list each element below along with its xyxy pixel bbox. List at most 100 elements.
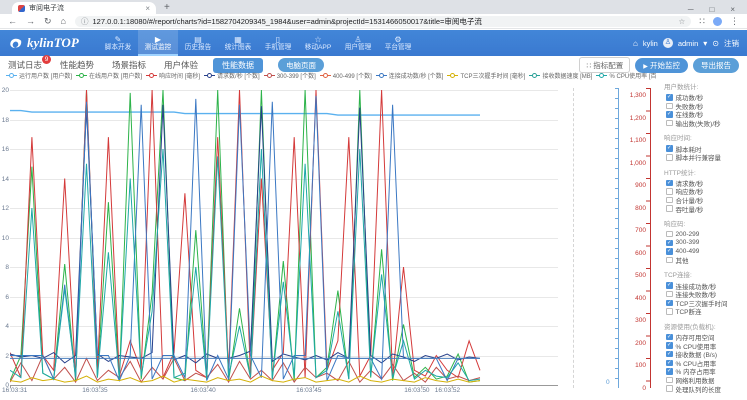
checkbox-icon[interactable]: ✓ — [666, 180, 673, 187]
nav-item-user-mgmt[interactable]: ♙用户管理 — [338, 30, 378, 56]
sidebar-metric-4-3[interactable]: TCP断连 — [662, 307, 746, 316]
sidebar-metric-2-3[interactable]: 吞吐量/秒 — [662, 204, 746, 213]
report-tab-perf-trend[interactable]: 性能趋势 — [60, 59, 94, 71]
checkbox-icon[interactable] — [666, 385, 673, 392]
legend-item-4[interactable]: 300-399 [个数] — [264, 71, 316, 80]
forward-icon[interactable]: → — [26, 16, 35, 26]
bookmark-star-icon[interactable]: ☆ — [679, 17, 686, 26]
x-axis-label: 16:03:31 — [2, 387, 27, 394]
new-tab-button[interactable]: + — [164, 2, 170, 14]
legend-item-7[interactable]: TCP三次握手时间 [毫秒] — [447, 71, 525, 80]
browser-menu-icon[interactable]: ⋮ — [730, 16, 739, 27]
checkbox-icon[interactable]: ✓ — [666, 300, 673, 307]
nav-user-mgmt-icon: ♙ — [354, 35, 361, 44]
nav-item-charts[interactable]: ▦统计图表 — [218, 30, 258, 56]
checkbox-icon[interactable]: ✓ — [666, 145, 673, 152]
brand-logo[interactable]: kylinTOP — [0, 35, 98, 51]
home-small-icon[interactable]: ⌂ — [633, 39, 638, 48]
sidebar-metric-0-3[interactable]: 输出数(失败)/秒 — [662, 119, 746, 128]
left-axis-label: 6 — [0, 294, 9, 301]
nav-item-history-report[interactable]: ▤历史报告 — [178, 30, 218, 56]
nav-item-mobile-app[interactable]: ☆移动APP — [298, 30, 338, 56]
checkbox-icon[interactable]: ✓ — [666, 248, 673, 255]
nav-item-platform-mgmt[interactable]: ⚙平台管理 — [378, 30, 418, 56]
report-tab-scene-metric[interactable]: 场景指标 — [112, 59, 146, 71]
checkbox-icon[interactable] — [666, 377, 673, 384]
logout-link[interactable]: 注销 — [724, 38, 739, 49]
checkbox-icon[interactable]: ✓ — [666, 342, 673, 349]
legend-item-1[interactable]: 在线用户数 [用户数] — [76, 71, 142, 80]
sidebar-metric-3-3[interactable]: 其他 — [662, 256, 746, 265]
nav-item-test-monitor[interactable]: ▶测试监控 — [138, 30, 178, 56]
checkbox-icon[interactable] — [666, 231, 673, 238]
extensions-icon[interactable]: ∷ — [699, 16, 705, 27]
checkbox-icon[interactable] — [666, 308, 673, 315]
checkbox-icon[interactable]: ✓ — [666, 240, 673, 247]
checkbox-icon[interactable] — [666, 197, 673, 204]
browser-profile-avatar[interactable] — [713, 17, 722, 26]
legend-item-3[interactable]: 请求数/秒 [个数] — [204, 71, 260, 80]
checkbox-icon[interactable] — [666, 257, 673, 264]
window-close-icon[interactable]: × — [730, 5, 735, 14]
right-axis-red-label: 0 — [620, 385, 646, 392]
legend-marker-icon — [264, 73, 275, 78]
refresh-icon[interactable]: ↻ — [44, 16, 52, 27]
site-info-icon[interactable]: ⓘ — [81, 16, 89, 27]
legend-item-0[interactable]: 运行用户数 [用户数] — [6, 71, 72, 80]
address-bar[interactable]: ⓘ 127.0.0.1:18080/#/report/charts?id=158… — [75, 16, 691, 27]
legend-item-9[interactable]: % CPU使用率 [百分比] — [596, 71, 656, 80]
home-icon[interactable]: ⌂ — [61, 16, 66, 26]
legend-item-6[interactable]: 连接成功数/秒 [个数] — [376, 71, 444, 80]
user-avatar[interactable]: ♙ — [663, 38, 673, 48]
url-text[interactable]: 127.0.0.1:18080/#/report/charts?id=15827… — [92, 16, 674, 27]
checkbox-icon[interactable] — [666, 103, 673, 110]
checkbox-icon[interactable] — [666, 154, 673, 161]
export-report-button[interactable]: 导出报告 — [693, 58, 739, 73]
username[interactable]: admin — [678, 39, 698, 48]
checkbox-icon[interactable]: ✓ — [666, 94, 673, 101]
checkbox-icon[interactable]: ✓ — [666, 360, 673, 367]
nav-platform-mgmt-icon: ⚙ — [394, 35, 401, 44]
checkbox-icon[interactable] — [666, 205, 673, 212]
performance-chart: 0 2018161412108642016:03:3116:03:3516:03… — [0, 84, 662, 400]
nav-item-script-dev[interactable]: ✎脚本开发 — [98, 30, 138, 56]
back-icon[interactable]: ← — [8, 16, 17, 26]
sidebar-metric-5-6[interactable]: 处理队列的长度 — [662, 384, 746, 393]
legend-label: % CPU使用率 [百分比] — [609, 71, 656, 80]
checkbox-icon[interactable] — [666, 188, 673, 195]
nav-item-label: 历史报告 — [185, 44, 212, 52]
legend-item-5[interactable]: 400-499 [个数] — [320, 71, 372, 80]
checkbox-icon[interactable]: ✓ — [666, 351, 673, 358]
checkbox-icon[interactable]: ✓ — [666, 282, 673, 289]
checkbox-icon[interactable] — [666, 291, 673, 298]
legend-label: 运行用户数 [用户数] — [19, 71, 72, 80]
right-axis-red-label: 1,200 — [620, 115, 646, 122]
checkbox-icon[interactable] — [666, 120, 673, 127]
legend-item-2[interactable]: 响应时间 [毫秒] — [146, 71, 200, 80]
report-tab-test-log[interactable]: 测试日志9 — [8, 59, 42, 71]
plot-area — [10, 90, 558, 388]
legend-item-8[interactable]: 接收数据速度 [MB] — [529, 71, 592, 80]
checkbox-icon[interactable]: ✓ — [666, 111, 673, 118]
browser-tab[interactable]: 审阅电子流 × — [12, 2, 156, 14]
checkbox-icon[interactable]: ✓ — [666, 368, 673, 375]
right-axis-red-label: 800 — [620, 205, 646, 212]
window-minimize-icon[interactable]: ─ — [688, 5, 694, 14]
left-axis-label: 8 — [0, 264, 9, 271]
left-axis-label: 4 — [0, 323, 9, 330]
report-tab-user-exp[interactable]: 用户体验 — [164, 59, 198, 71]
power-icon[interactable]: ⊙ — [712, 39, 719, 48]
nav-item-label: 测试监控 — [145, 44, 172, 52]
legend-label: TCP三次握手时间 [毫秒] — [460, 71, 525, 80]
pc-page-pill[interactable]: 电脑页面 — [278, 58, 324, 72]
caret-down-icon[interactable]: ▾ — [703, 39, 707, 48]
nav-item-phone-mgmt[interactable]: ▯手机管理 — [258, 30, 298, 56]
tab-close-icon[interactable]: × — [145, 4, 150, 13]
home-link[interactable]: kylin — [643, 39, 658, 48]
window-maximize-icon[interactable]: □ — [709, 5, 714, 14]
sidebar-metric-label: 其他 — [676, 255, 689, 265]
sidebar-metric-1-1[interactable]: 脚本并行兼容量 — [662, 153, 746, 162]
sidebar-metric-3-0[interactable]: 200-299 — [662, 230, 746, 239]
checkbox-icon[interactable]: ✓ — [666, 334, 673, 341]
sidebar-metric-3-1[interactable]: ✓300-399 — [662, 239, 746, 248]
